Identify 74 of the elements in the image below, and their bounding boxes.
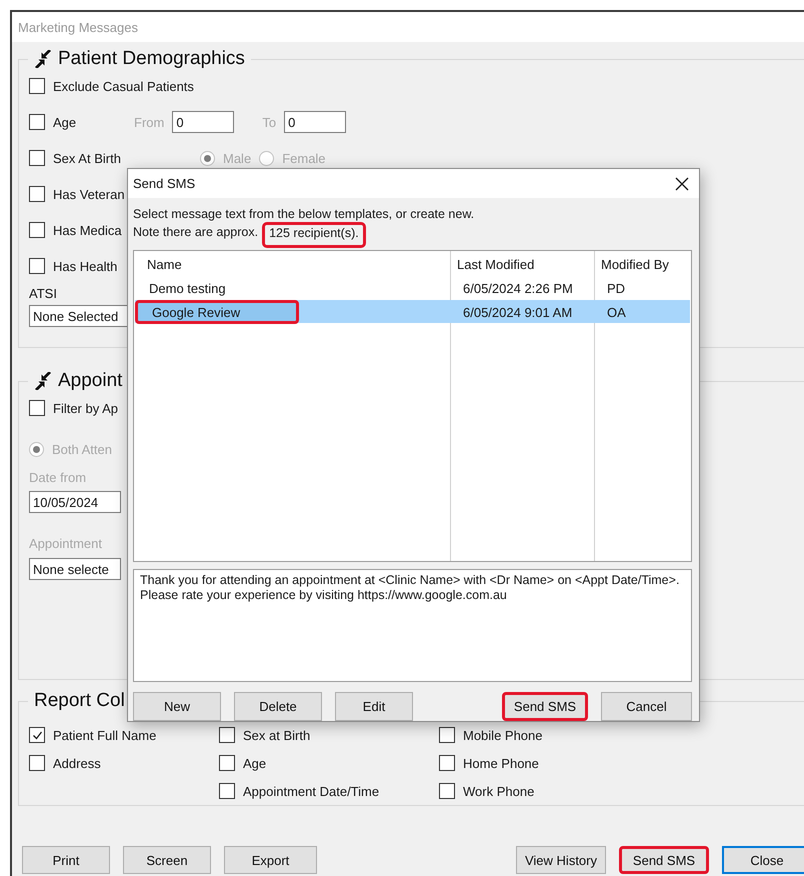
field-label: Appointment [29, 536, 102, 550]
column-header[interactable]: Name [135, 256, 451, 272]
option-label: Address [53, 756, 101, 770]
checkbox[interactable] [439, 783, 455, 799]
table-cell-text: 6/05/2024 9:01 AM [462, 304, 574, 320]
option-label: Mobile Phone [463, 728, 542, 742]
button[interactable]: Print [22, 846, 110, 874]
button[interactable]: Screen [123, 846, 211, 874]
button[interactable]: Cancel [601, 692, 692, 721]
option-label: Exclude Casual Patients [53, 78, 194, 94]
field-label: ATSI [29, 286, 57, 300]
option-label: Sex At Birth [53, 150, 121, 166]
radio-label: Female [282, 150, 326, 166]
option-label: Age [53, 114, 76, 130]
instruction-text: Select message text from the below templates, or create new. [133, 206, 476, 223]
button[interactable]: New [133, 692, 221, 721]
section-title: Patient Demographics [58, 48, 245, 70]
check-icon [32, 730, 42, 740]
table-row[interactable]: Google Review 6/05/2024 9:01 AM OA [135, 300, 690, 323]
dropdown[interactable]: None selecte [29, 558, 121, 580]
field-label: Date from [29, 470, 86, 484]
dropdown[interactable]: None Selected [29, 305, 129, 327]
table-row[interactable]: Demo testing 6/05/2024 2:26 PM PD [135, 277, 690, 300]
button[interactable]: Export [224, 846, 317, 874]
checkbox[interactable] [29, 755, 45, 771]
option-label: Has Health [53, 258, 118, 274]
option-label: Age [243, 756, 266, 770]
option-label: Filter by Ap [53, 400, 118, 416]
window-title: Marketing Messages [18, 20, 138, 34]
button[interactable]: Delete [234, 692, 322, 721]
option-label: Work Phone [463, 784, 534, 798]
checkbox[interactable] [29, 222, 45, 238]
checkbox[interactable] [29, 78, 45, 94]
section-title: Report Col [34, 690, 125, 712]
checkbox[interactable] [439, 727, 455, 743]
button[interactable]: Send SMS [502, 692, 588, 721]
checkbox[interactable] [219, 755, 235, 771]
collapse-icon[interactable] [34, 372, 52, 390]
date-field[interactable]: 10/05/2024 [29, 491, 121, 513]
button[interactable]: Close [722, 846, 804, 874]
checkbox[interactable] [29, 186, 45, 202]
checkbox[interactable] [29, 727, 45, 743]
from-label: From [134, 114, 164, 130]
radio-label: Male [223, 150, 252, 166]
option-label: Has Veteran [53, 186, 125, 202]
table-cell-text: OA [606, 304, 627, 320]
checkbox[interactable] [219, 783, 235, 799]
checkbox[interactable] [29, 258, 45, 274]
dialog-title: Send SMS [133, 176, 196, 191]
button[interactable]: View History [516, 846, 606, 874]
message-field[interactable]: Thank you for attending an appointment at <Clinic Name> with <Dr Name> on <Appt Date/Time>. Please rate your experience by visiting https://www.google.com.au [133, 569, 692, 682]
checkbox[interactable] [439, 755, 455, 771]
to-label: To [262, 114, 276, 130]
checkbox[interactable] [219, 727, 235, 743]
column-header[interactable]: Modified By [595, 256, 690, 272]
button[interactable]: Send SMS [619, 846, 709, 874]
option-label: Appointment Date/Time [243, 784, 380, 798]
collapse-icon[interactable] [34, 50, 52, 68]
close-icon[interactable] [675, 176, 689, 190]
table-cell-text: PD [606, 281, 626, 296]
instruction-text: Note there are approx. [133, 224, 258, 241]
option-label: Home Phone [463, 756, 539, 770]
button[interactable]: Edit [335, 692, 413, 721]
radio-label: Both Atten [52, 442, 112, 456]
option-label: Sex at Birth [243, 728, 310, 742]
column-header[interactable]: Last Modified [451, 256, 595, 272]
recipient-count: 125 recipient(s). [262, 222, 366, 248]
table-cell-text: Demo testing [148, 281, 227, 296]
option-label: Has Medica [53, 222, 122, 238]
option-label: Patient Full Name [53, 728, 156, 742]
table-cell-text: 6/05/2024 2:26 PM [462, 281, 574, 296]
section-title: Appoint [58, 370, 122, 392]
checkbox[interactable] [29, 400, 45, 416]
table-cell: Google Review [135, 300, 299, 324]
